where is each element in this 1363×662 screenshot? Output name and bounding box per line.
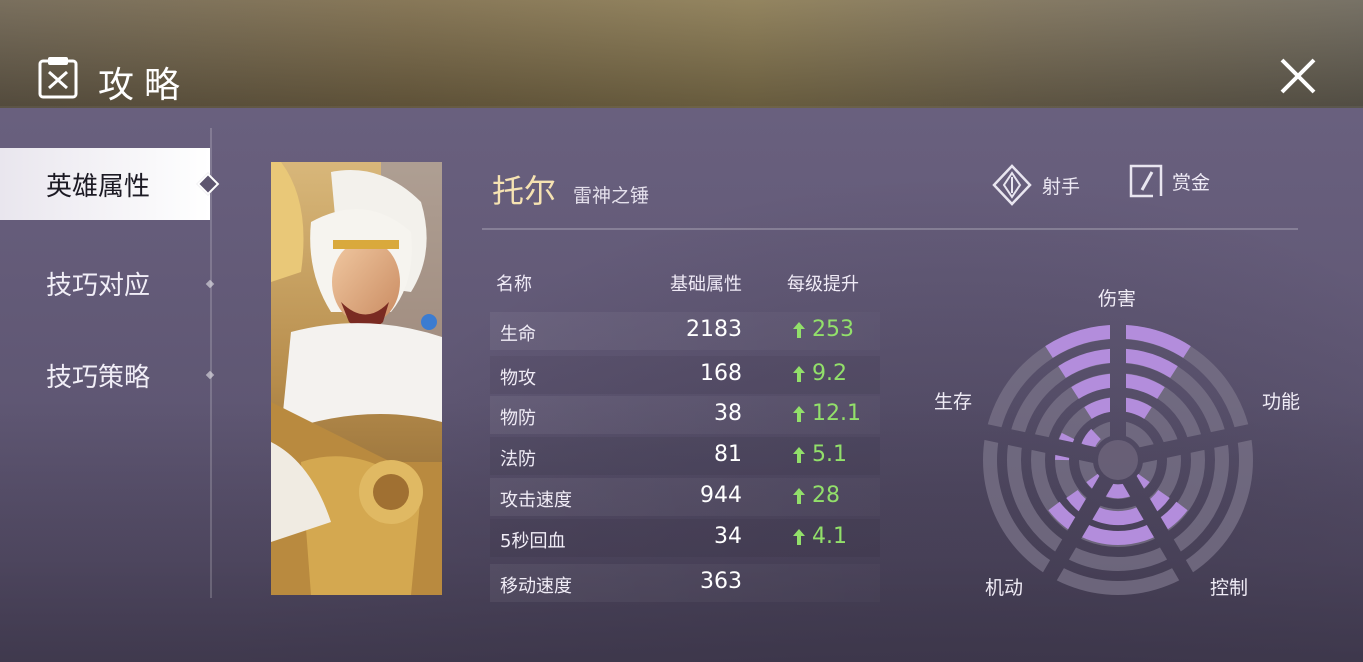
stat-base: 2183 — [686, 317, 742, 342]
stat-base: 38 — [714, 401, 742, 426]
header-bar — [0, 0, 1363, 108]
table-row: 物攻 168 9.2 — [490, 356, 880, 394]
table-row: 物防 38 12.1 — [490, 396, 880, 434]
stat-growth-value: 253 — [812, 317, 854, 342]
col-header-base: 基础属性 — [670, 274, 742, 295]
stat-base: 944 — [700, 483, 742, 508]
page-title: 攻略 — [98, 65, 191, 106]
stat-name: 5秒回血 — [500, 531, 566, 552]
radar-label-utility: 功能 — [1262, 391, 1301, 413]
stat-name: 攻击速度 — [500, 490, 572, 511]
role-marksman: 射手 — [990, 163, 1080, 207]
close-icon[interactable] — [1276, 56, 1320, 96]
tab-skill-counter[interactable]: 技巧对应 — [0, 247, 210, 319]
tab-label: 技巧对应 — [46, 270, 151, 301]
stat-base: 81 — [714, 442, 742, 467]
stat-base: 363 — [700, 569, 742, 594]
role-label: 赏金 — [1172, 171, 1211, 194]
stat-growth: 12.1 — [792, 401, 861, 426]
stat-base: 34 — [714, 524, 742, 549]
stat-growth-value: 5.1 — [812, 442, 847, 467]
arrow-up-icon — [793, 405, 805, 422]
ability-radar — [983, 324, 1253, 595]
tab-label: 英雄属性 — [46, 171, 151, 202]
bounty-icon — [1129, 164, 1163, 198]
stat-growth: 5.1 — [792, 442, 847, 467]
stat-growth: 28 — [792, 483, 840, 508]
stat-growth: 9.2 — [792, 361, 847, 386]
radar-label-damage: 伤害 — [1098, 288, 1137, 310]
arrow-up-icon — [793, 487, 805, 504]
marksman-icon — [992, 164, 1032, 206]
stat-growth-value: 4.1 — [812, 524, 847, 549]
stat-growth-value: 12.1 — [812, 401, 861, 426]
hero-portrait — [271, 162, 442, 595]
table-row: 移动速度 363 — [490, 564, 880, 602]
stat-name: 物攻 — [500, 368, 536, 389]
stat-name: 移动速度 — [500, 576, 572, 597]
stat-growth: 4.1 — [792, 524, 847, 549]
col-header-growth: 每级提升 — [787, 274, 859, 295]
arrow-up-icon — [793, 446, 805, 463]
table-row: 生命 2183 253 — [490, 312, 880, 350]
stat-name: 法防 — [500, 449, 536, 470]
stat-base: 168 — [700, 361, 742, 386]
radar-label-mobility: 机动 — [985, 577, 1024, 599]
radar-label-control: 控制 — [1210, 577, 1249, 599]
stat-growth-value: 28 — [812, 483, 840, 508]
guide-book-icon — [38, 57, 78, 99]
role-label: 射手 — [1042, 175, 1081, 198]
radar-label-survival: 生存 — [934, 391, 973, 413]
arrow-up-icon — [793, 321, 805, 338]
role-bounty: 赏金 — [1128, 163, 1210, 199]
stat-growth: 253 — [792, 317, 854, 342]
arrow-up-icon — [793, 365, 805, 382]
tab-skill-strategy[interactable]: 技巧策略 — [0, 339, 210, 411]
tab-label: 技巧策略 — [46, 362, 151, 393]
arrow-up-icon — [793, 528, 805, 545]
table-row: 5秒回血 34 4.1 — [490, 519, 880, 557]
sidebar-divider — [210, 128, 212, 598]
stat-growth-value: 9.2 — [812, 361, 847, 386]
hero-title: 雷神之锤 — [573, 185, 650, 207]
table-row: 攻击速度 944 28 — [490, 478, 880, 516]
table-row: 法防 81 5.1 — [490, 437, 880, 475]
col-header-name: 名称 — [496, 274, 532, 295]
tab-hero-attributes[interactable]: 英雄属性 — [0, 148, 210, 220]
header-divider — [482, 228, 1298, 230]
hero-name: 托尔 — [492, 172, 557, 210]
stat-name: 物防 — [500, 408, 536, 429]
stat-name: 生命 — [500, 324, 536, 345]
